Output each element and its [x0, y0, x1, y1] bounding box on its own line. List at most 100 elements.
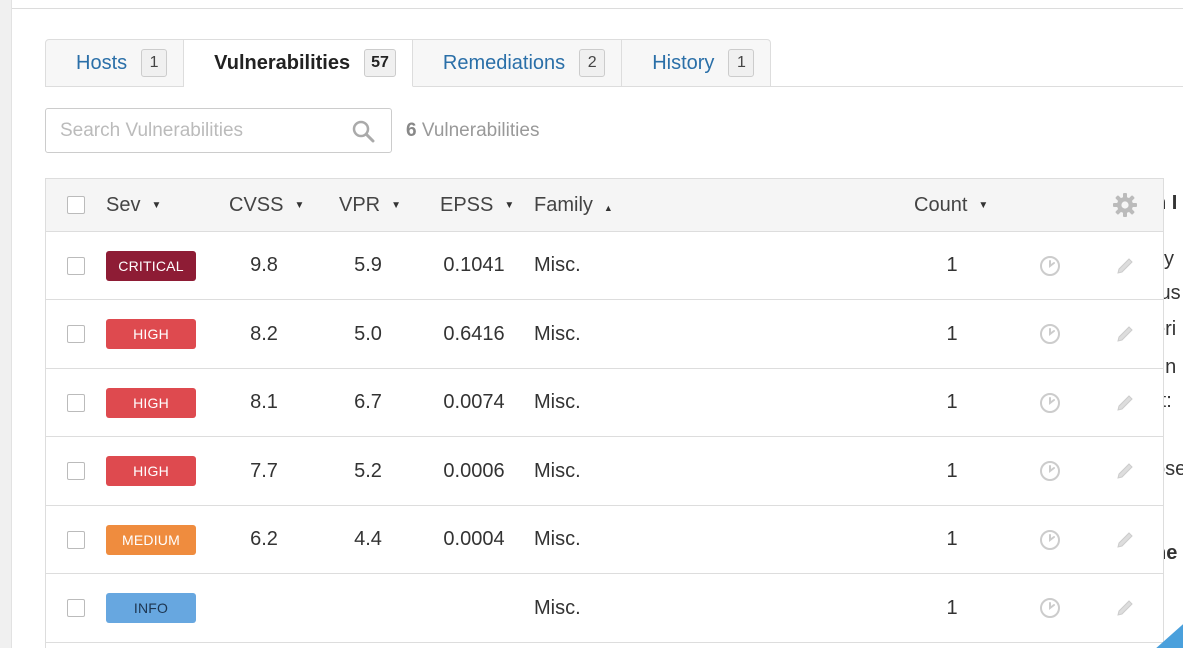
table-row[interactable]: HIGH 8.2 5.0 0.6416 Misc. 1	[46, 301, 1163, 369]
side-panel-text: ose	[1164, 458, 1183, 480]
side-panel-text: nn	[1164, 356, 1177, 378]
vpr-score: 6.7	[354, 391, 382, 413]
count-cell: 1	[946, 322, 958, 345]
table-row[interactable]: INFO Misc. 1	[46, 575, 1163, 643]
search-input[interactable]	[60, 109, 340, 152]
edit-button[interactable]	[1114, 438, 1136, 505]
cvss-score: 8.2	[250, 322, 278, 345]
row-checkbox[interactable]	[67, 232, 85, 299]
vpr-score: 5.2	[354, 459, 382, 482]
table-row[interactable]: HIGH 8.1 6.7 0.0074 Misc. 1	[46, 369, 1163, 437]
severity-cell: MEDIUM	[106, 506, 196, 573]
severity-badge: CRITICAL	[106, 250, 196, 281]
epss-score: 0.0004	[443, 528, 505, 550]
col-family-header[interactable]: Family ▲	[534, 179, 613, 231]
col-epss-header[interactable]: EPSS ▼	[440, 179, 514, 231]
family-cell: Misc.	[534, 322, 581, 345]
clock-icon	[1040, 392, 1060, 413]
details-side-panel: n Icytuserinnrt::osene	[1164, 178, 1183, 648]
vpr-score	[329, 575, 407, 642]
family-cell: Misc.	[534, 254, 581, 276]
cvss-score: 6.2	[250, 528, 278, 550]
col-count-header[interactable]: Count ▼	[914, 179, 988, 231]
count-cell: 1	[946, 391, 958, 413]
snooze-button[interactable]	[1039, 575, 1061, 642]
count-cell: 1	[946, 596, 958, 619]
top-divider	[12, 8, 1183, 9]
row-checkbox[interactable]	[67, 301, 85, 368]
edit-button[interactable]	[1114, 369, 1136, 436]
severity-cell: HIGH	[106, 369, 196, 436]
severity-badge: HIGH	[106, 319, 196, 349]
clock-icon	[1040, 461, 1060, 481]
sort-desc-icon: ▼	[978, 199, 989, 211]
tab-history[interactable]: History 1	[622, 39, 772, 87]
vulnerability-count: 6 Vulnerabilities	[406, 120, 539, 142]
epss-score: 0.1041	[443, 254, 505, 276]
snooze-button[interactable]	[1039, 369, 1061, 436]
table-header: Sev ▼ CVSS ▼ VPR ▼ EPSS ▼ Family ▲ Count ▼	[46, 179, 1163, 232]
sort-desc-icon: ▼	[391, 199, 402, 211]
edit-button[interactable]	[1114, 506, 1136, 573]
snooze-button[interactable]	[1039, 506, 1061, 573]
sort-desc-icon: ▼	[294, 199, 305, 211]
search-box	[45, 108, 392, 153]
family-cell: Misc.	[534, 459, 581, 482]
edit-button[interactable]	[1114, 575, 1136, 642]
table-row[interactable]: HIGH 7.7 5.2 0.0006 Misc. 1	[46, 438, 1163, 506]
count-cell: 1	[946, 528, 958, 550]
row-checkbox[interactable]	[67, 438, 85, 505]
edit-button[interactable]	[1114, 301, 1136, 368]
snooze-button[interactable]	[1039, 438, 1061, 505]
snooze-button[interactable]	[1039, 232, 1061, 299]
row-checkbox[interactable]	[67, 369, 85, 436]
clock-icon	[1040, 598, 1060, 618]
column-settings-button[interactable]	[1112, 179, 1138, 231]
row-checkbox[interactable]	[67, 575, 85, 642]
tab-count-badge: 2	[579, 49, 606, 77]
vpr-score: 4.4	[354, 528, 382, 550]
tab-vulnerabilities[interactable]: Vulnerabilities 57	[184, 39, 413, 87]
table-row[interactable]: CRITICAL 9.8 5.9 0.1041 Misc. 1	[46, 232, 1163, 300]
pencil-icon	[1117, 463, 1133, 479]
edit-button[interactable]	[1114, 232, 1136, 299]
cvss-score: 8.1	[250, 391, 278, 413]
row-checkbox[interactable]	[67, 506, 85, 573]
clock-icon	[1040, 529, 1060, 550]
severity-cell: HIGH	[106, 301, 196, 368]
side-panel-text: rt:	[1164, 390, 1172, 412]
left-gutter	[0, 0, 12, 648]
sort-asc-icon: ▲	[603, 203, 613, 213]
side-panel-text: ne	[1164, 542, 1178, 564]
select-all-checkbox[interactable]	[67, 179, 85, 231]
severity-cell: INFO	[106, 575, 196, 642]
tab-hosts[interactable]: Hosts 1	[45, 39, 185, 87]
cvss-score: 7.7	[250, 459, 278, 482]
pencil-icon	[1117, 257, 1133, 274]
tab-label: Remediations	[442, 51, 566, 74]
col-cvss-header[interactable]: CVSS ▼	[229, 179, 304, 231]
cvss-score	[224, 575, 304, 642]
sort-desc-icon: ▼	[504, 199, 515, 211]
epss-score: 0.0074	[443, 391, 505, 413]
severity-cell: HIGH	[106, 438, 196, 505]
search-icon[interactable]	[351, 119, 375, 143]
tab-count-badge: 1	[728, 49, 755, 77]
corner-fold-icon	[1156, 624, 1183, 648]
family-cell: Misc.	[534, 596, 581, 619]
severity-badge: HIGH	[106, 387, 196, 418]
pencil-icon	[1117, 600, 1133, 616]
table-row[interactable]: MEDIUM 6.2 4.4 0.0004 Misc. 1	[46, 506, 1163, 574]
tab-count-badge: 57	[364, 49, 396, 77]
tab-bar: Hosts 1 Vulnerabilities 57 Remediations 2 Hist…	[45, 39, 772, 87]
tab-count-badge: 1	[141, 49, 168, 77]
col-vpr-header[interactable]: VPR ▼	[339, 179, 401, 231]
col-sev-header[interactable]: Sev ▼	[106, 179, 161, 231]
family-cell: Misc.	[534, 528, 581, 550]
clock-icon	[1040, 324, 1060, 344]
side-panel-text: tus	[1164, 282, 1181, 304]
severity-cell: CRITICAL	[106, 232, 196, 299]
tab-label: Vulnerabilities	[214, 51, 351, 74]
snooze-button[interactable]	[1039, 301, 1061, 368]
tab-remediations[interactable]: Remediations 2	[412, 39, 623, 87]
